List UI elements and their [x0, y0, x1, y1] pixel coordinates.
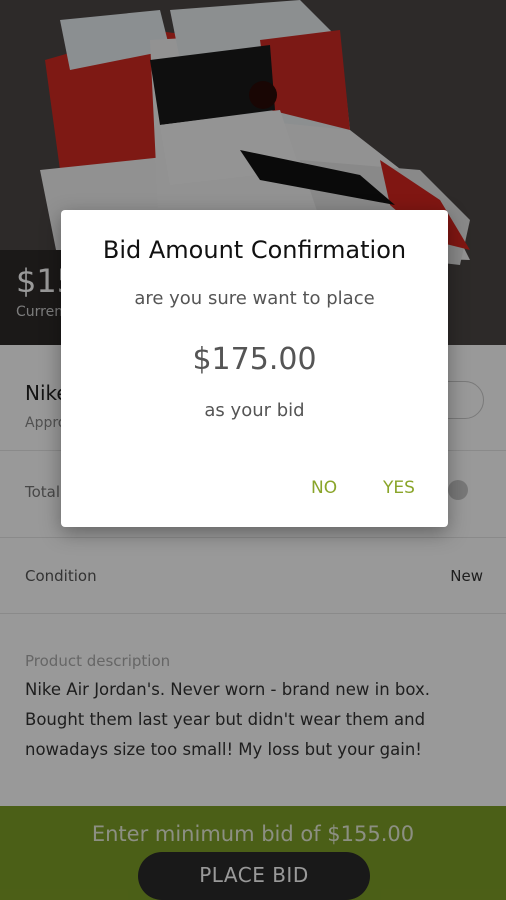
no-button[interactable]: NO: [311, 478, 337, 498]
yes-button[interactable]: YES: [383, 478, 415, 498]
dialog-bid-amount: $175.00: [192, 342, 317, 377]
dialog-message: are you sure want to place: [134, 288, 375, 309]
bid-confirmation-dialog: Bid Amount Confirmation are you sure wan…: [61, 210, 448, 527]
dialog-title: Bid Amount Confirmation: [102, 236, 407, 264]
dialog-message-suffix: as your bid: [204, 400, 305, 421]
